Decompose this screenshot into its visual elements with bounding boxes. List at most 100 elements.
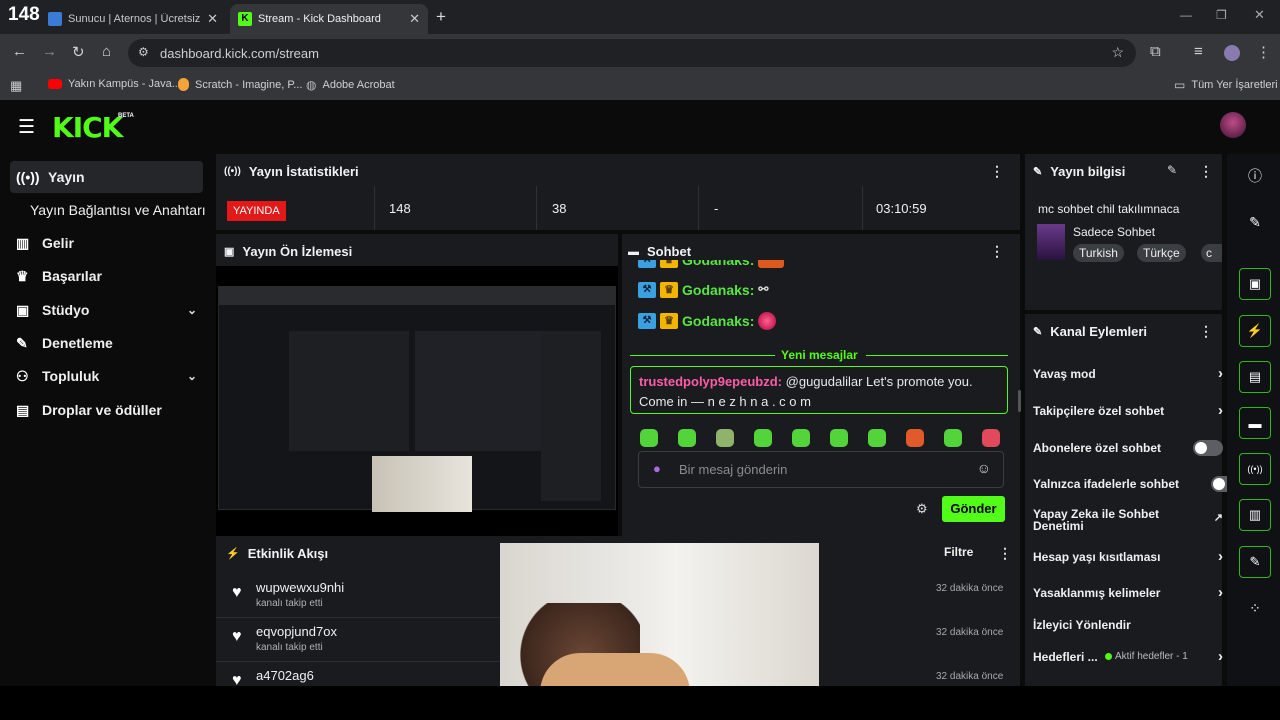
window-close-icon[interactable]: ✕ xyxy=(1254,7,1265,23)
live-badge: YAYINDA xyxy=(227,201,286,221)
activity-username[interactable]: wupwewxu9nhi xyxy=(256,580,344,595)
emote-icon[interactable] xyxy=(944,429,962,447)
tag-chip[interactable]: Türkçe xyxy=(1137,244,1186,262)
sidebar-item-label: Gelir xyxy=(42,235,74,251)
emote-icon[interactable] xyxy=(640,429,658,447)
chat-username[interactable]: trustedpolyp9epeubzd: xyxy=(639,374,782,389)
document-icon[interactable]: ▤ xyxy=(1239,361,1271,393)
chat-username[interactable]: Godanaks: xyxy=(682,260,754,268)
goals-row[interactable]: Hedefleri ... Aktif hedefler - 1 › xyxy=(1033,648,1223,665)
lightning-icon[interactable]: ⚡ xyxy=(1239,315,1271,347)
edit-icon[interactable]: ✎ xyxy=(1167,163,1177,177)
studio-icon[interactable]: ▥ xyxy=(1239,499,1271,531)
broadcast-icon[interactable]: ((•)) xyxy=(1239,453,1271,485)
chat-username[interactable]: Godanaks: xyxy=(682,313,754,329)
sidebar-item-yayin[interactable]: ((•)) Yayın xyxy=(10,161,203,193)
tab-aternos[interactable]: Sunucu | Aternos | Ücretsiz Min... ✕ xyxy=(40,4,226,34)
hamburger-menu-icon[interactable]: ☰ xyxy=(18,116,35,139)
banned-words-row[interactable]: Yasaklanmış kelimeler › xyxy=(1033,584,1223,601)
studio-icon: ▣ xyxy=(16,301,30,318)
bookmark-scratch[interactable]: Scratch - Imagine, P... xyxy=(178,78,302,91)
followers-only-row[interactable]: Takipçilere özel sohbet › xyxy=(1033,402,1223,419)
sidebar-item-droplar[interactable]: ▤ Droplar ve ödüller xyxy=(10,394,203,426)
chat-input-placeholder: Bir mesaj gönderin xyxy=(679,462,788,477)
kick-favicon-icon: K xyxy=(238,12,252,26)
reload-icon[interactable]: ↻ xyxy=(72,43,85,61)
bookmark-acrobat[interactable]: ◍ Adobe Acrobat xyxy=(306,78,395,92)
filter-button[interactable]: Filtre xyxy=(944,545,973,559)
activity-username[interactable]: eqvopjund7ox xyxy=(256,624,337,639)
chevron-down-icon[interactable]: ⌄ xyxy=(187,369,197,383)
apps-icon[interactable]: ⁘ xyxy=(1239,592,1271,624)
tab-kick-dashboard[interactable]: K Stream - Kick Dashboard ✕ xyxy=(230,4,428,34)
emote-icon[interactable] xyxy=(868,429,886,447)
emoji-icon[interactable]: ☺ xyxy=(977,460,991,476)
tag-chip[interactable]: c xyxy=(1201,244,1222,262)
chat-bubble-icon[interactable]: ▬ xyxy=(1239,407,1271,439)
more-options-icon[interactable]: ⋮ xyxy=(1199,323,1213,340)
sidebar-item-gelir[interactable]: ▥ Gelir xyxy=(10,227,203,259)
subscribers-only-toggle[interactable] xyxy=(1193,440,1223,456)
panel-scrollbar[interactable] xyxy=(1018,390,1021,412)
broadcast-icon: ((•)) xyxy=(224,166,241,177)
more-options-icon[interactable]: ⋮ xyxy=(990,163,1004,180)
sidebar-item-basarilar[interactable]: ♛ Başarılar xyxy=(10,260,203,292)
more-options-icon[interactable]: ⋮ xyxy=(990,243,1004,260)
tag-chip[interactable]: Turkish xyxy=(1073,244,1124,262)
info-icon[interactable]: ⓘ xyxy=(1239,160,1271,192)
moderator-badge-icon: ⚒ xyxy=(638,282,656,298)
close-icon[interactable]: ✕ xyxy=(207,11,218,27)
activity-time: 32 dakika önce xyxy=(936,671,1004,682)
address-bar[interactable]: ⚙ dashboard.kick.com/stream ☆ xyxy=(128,39,1136,67)
close-icon[interactable]: ✕ xyxy=(409,11,420,27)
chat-input[interactable]: ● Bir mesaj gönderin ☺ xyxy=(638,451,1004,488)
wrench-icon[interactable]: ✎ xyxy=(1239,546,1271,578)
chat-settings-icon[interactable]: ⚙ xyxy=(916,501,928,517)
sidebar-item-topluluk[interactable]: ⚇ Topluluk ⌄ xyxy=(10,360,203,392)
bookmark-java[interactable]: Yakın Kampüs - Java... xyxy=(48,78,181,90)
edit-icon[interactable]: ✎ xyxy=(1239,206,1271,238)
preview-toggle-icon[interactable]: ▣ xyxy=(1239,268,1271,300)
extensions-icon[interactable]: ⧉ xyxy=(1150,43,1161,60)
media-icon[interactable]: ≡ xyxy=(1194,43,1203,60)
apps-grid-icon[interactable]: ▦ xyxy=(10,78,22,94)
emote-icon[interactable] xyxy=(906,429,924,447)
home-icon[interactable]: ⌂ xyxy=(102,43,111,60)
microphone-icon[interactable]: ● xyxy=(653,461,661,476)
user-avatar[interactable] xyxy=(1220,112,1246,138)
emote-icon[interactable] xyxy=(678,429,696,447)
sidebar-item-denetleme[interactable]: ✎ Denetleme xyxy=(10,327,203,359)
raid-row[interactable]: İzleyici Yönlendir xyxy=(1033,618,1223,632)
category-name[interactable]: Sadece Sohbet xyxy=(1073,225,1155,239)
forward-icon[interactable]: → xyxy=(42,43,57,60)
emote-icon[interactable] xyxy=(982,429,1000,447)
bookmark-star-icon[interactable]: ☆ xyxy=(1111,44,1124,61)
slow-mode-row[interactable]: Yavaş mod › xyxy=(1033,365,1223,382)
emote-icon[interactable] xyxy=(792,429,810,447)
sidebar-item-studyo[interactable]: ▣ Stüdyo ⌄ xyxy=(10,294,203,326)
logo-badge: BETA xyxy=(118,113,134,119)
new-messages-label: Yeni mesajlar xyxy=(781,348,858,362)
more-options-icon[interactable]: ⋮ xyxy=(998,545,1012,562)
chat-username[interactable]: Godanaks: xyxy=(682,282,754,298)
sidebar-item-stream-key[interactable]: Yayın Bağlantısı ve Anahtarı xyxy=(24,194,214,226)
new-tab-button[interactable]: + xyxy=(436,7,446,27)
activity-username[interactable]: a4702ag6 xyxy=(256,668,314,683)
more-options-icon[interactable]: ⋮ xyxy=(1199,163,1213,180)
all-bookmarks[interactable]: ▭ Tüm Yer İşaretleri xyxy=(1174,78,1278,92)
emote-icon[interactable] xyxy=(754,429,772,447)
kick-logo[interactable]: KICK BETA xyxy=(52,111,134,144)
account-age-row[interactable]: Hesap yaşı kısıtlaması › xyxy=(1033,548,1223,565)
profile-avatar[interactable] xyxy=(1224,45,1240,61)
send-button[interactable]: Gönder xyxy=(942,496,1005,522)
back-icon[interactable]: ← xyxy=(12,43,27,60)
minimize-icon[interactable]: — xyxy=(1180,8,1192,22)
emote-icon[interactable] xyxy=(716,429,734,447)
ai-moderation-row[interactable]: Yapay Zeka ile Sohbet Denetimi ↗ xyxy=(1033,508,1223,532)
browser-menu-icon[interactable]: ⋮ xyxy=(1256,43,1271,61)
emote-icon[interactable] xyxy=(830,429,848,447)
site-info-icon[interactable]: ⚙ xyxy=(138,45,149,59)
active-dot-icon xyxy=(1105,653,1112,660)
chevron-down-icon[interactable]: ⌄ xyxy=(187,303,197,317)
restore-icon[interactable]: ❐ xyxy=(1216,8,1227,22)
